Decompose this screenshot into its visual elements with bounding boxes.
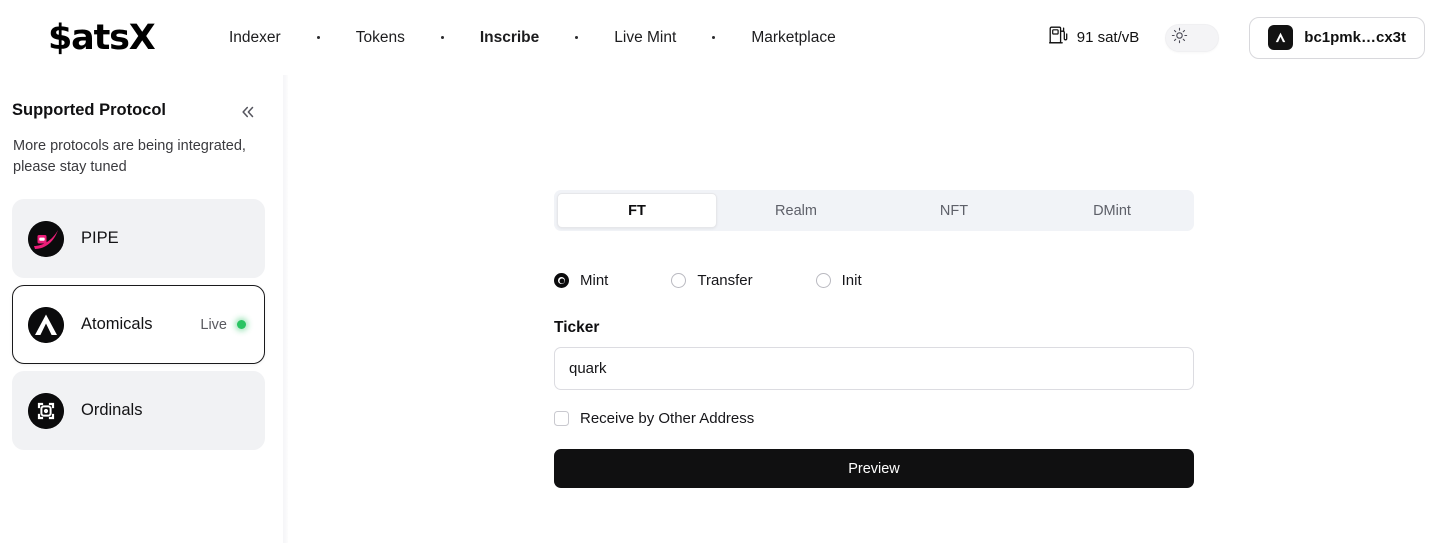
radio-mint-label: Mint — [580, 272, 608, 289]
atomicals-logo-icon — [28, 307, 64, 343]
nav-separator-dot — [712, 36, 715, 39]
protocol-item-atomicals[interactable]: Atomicals Live — [12, 285, 265, 364]
gas-fee-value: 91 sat/vB — [1077, 29, 1140, 46]
nav-separator-dot — [441, 36, 444, 39]
sidebar: Supported Protocol More protocols are be… — [0, 75, 283, 543]
radio-option-transfer[interactable]: Transfer — [671, 272, 752, 289]
gas-pump-icon — [1049, 25, 1068, 50]
pipe-logo-icon — [28, 221, 64, 257]
nav-separator-dot — [317, 36, 320, 39]
tab-ft[interactable]: FT — [557, 193, 717, 228]
nav-item-marketplace[interactable]: Marketplace — [737, 29, 849, 47]
app-header: $atsX Indexer Tokens Inscribe Live Mint … — [0, 0, 1455, 75]
sidebar-collapse-button[interactable] — [235, 101, 261, 123]
preview-button[interactable]: Preview — [554, 449, 1194, 488]
nav-item-indexer[interactable]: Indexer — [215, 29, 295, 47]
protocol-item-ordinals[interactable]: Ordinals — [12, 371, 265, 450]
protocol-name: PIPE — [81, 229, 119, 248]
ordinals-logo-icon — [28, 393, 64, 429]
atomicals-logo-icon — [1268, 25, 1293, 50]
protocol-item-pipe[interactable]: PIPE — [12, 199, 265, 278]
operation-radio-group: Mint Transfer Init — [554, 272, 1194, 289]
receive-other-address-checkbox[interactable] — [554, 411, 569, 426]
radio-option-mint[interactable]: Mint — [554, 272, 608, 289]
ticker-label: Ticker — [554, 319, 1194, 337]
chevrons-left-icon — [239, 108, 257, 125]
protocol-list: PIPE Atomicals Live — [12, 199, 265, 450]
gas-fee-indicator[interactable]: 91 sat/vB — [1049, 25, 1140, 50]
nav-item-inscribe[interactable]: Inscribe — [466, 29, 553, 47]
radio-init-indicator[interactable] — [816, 273, 831, 288]
nav-separator-dot — [575, 36, 578, 39]
tab-nft[interactable]: NFT — [875, 193, 1033, 228]
tab-realm[interactable]: Realm — [717, 193, 875, 228]
tab-dmint[interactable]: DMint — [1033, 193, 1191, 228]
ticker-input[interactable] — [554, 347, 1194, 390]
protocol-name: Atomicals — [81, 315, 153, 334]
brand-logo[interactable]: $atsX — [48, 18, 155, 58]
inscribe-form: FT Realm NFT DMint Mint Transfer Init Ti… — [554, 190, 1194, 488]
main-nav: Indexer Tokens Inscribe Live Mint Market… — [215, 0, 850, 75]
receive-other-address-label: Receive by Other Address — [580, 410, 754, 427]
nav-item-tokens[interactable]: Tokens — [342, 29, 419, 47]
inscribe-type-tabs: FT Realm NFT DMint — [554, 190, 1194, 231]
nav-item-live-mint[interactable]: Live Mint — [600, 29, 690, 47]
sun-icon — [1171, 27, 1188, 49]
live-status-dot — [237, 320, 246, 329]
radio-option-init[interactable]: Init — [816, 272, 862, 289]
theme-toggle[interactable] — [1165, 24, 1219, 52]
radio-mint-indicator[interactable] — [554, 273, 569, 288]
radio-init-label: Init — [842, 272, 862, 289]
protocol-name: Ordinals — [81, 401, 142, 420]
protocol-status-wrap: Live — [200, 317, 246, 333]
radio-transfer-indicator[interactable] — [671, 273, 686, 288]
protocol-status-label: Live — [200, 317, 227, 333]
sidebar-header: Supported Protocol — [12, 101, 265, 123]
wallet-button[interactable]: bc1pmk…cx3t — [1249, 17, 1425, 59]
wallet-address: bc1pmk…cx3t — [1304, 29, 1406, 46]
header-actions: 91 sat/vB bc — [1049, 0, 1455, 75]
main-content: FT Realm NFT DMint Mint Transfer Init Ti… — [288, 75, 1455, 543]
sidebar-subtitle: More protocols are being integrated, ple… — [12, 136, 260, 177]
receive-other-address-row[interactable]: Receive by Other Address — [554, 410, 1194, 427]
radio-transfer-label: Transfer — [697, 272, 752, 289]
sidebar-title: Supported Protocol — [12, 101, 166, 120]
